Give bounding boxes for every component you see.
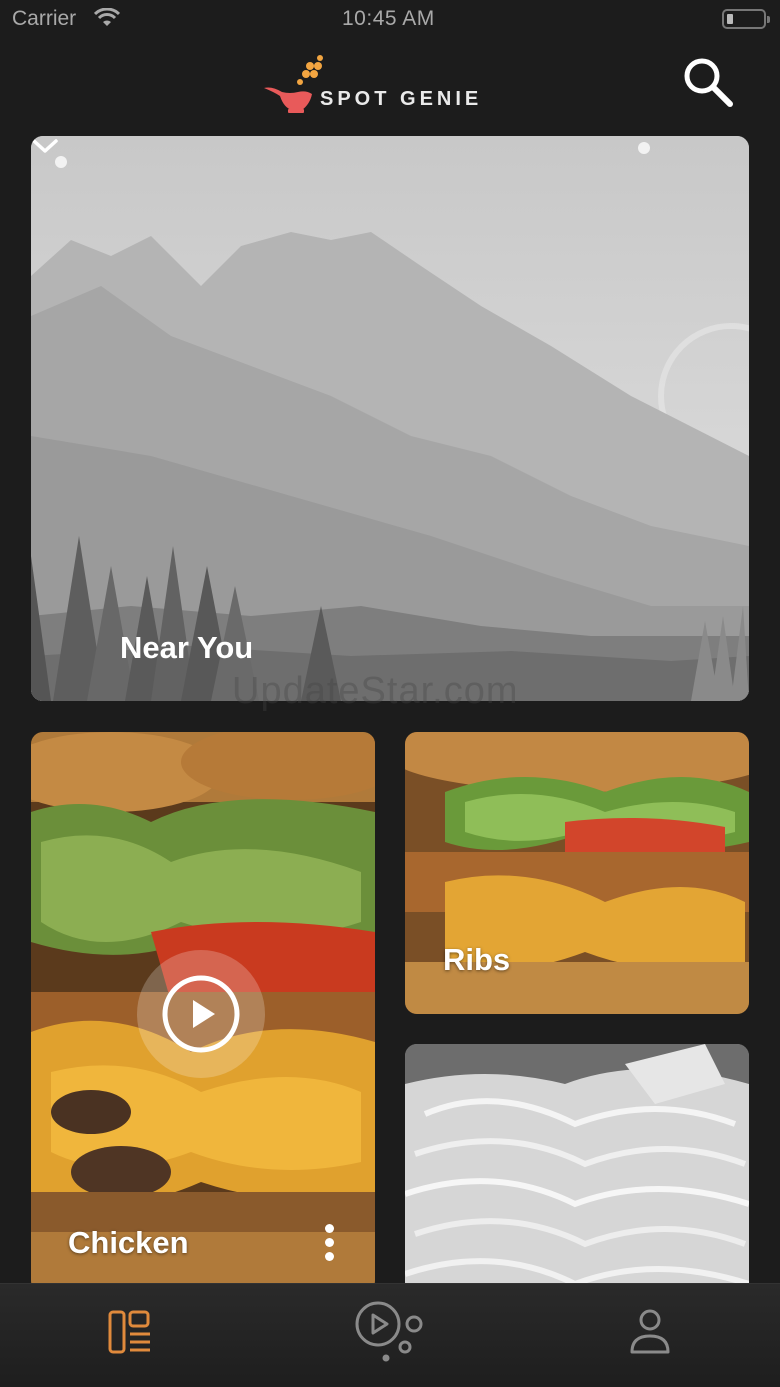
play-button[interactable] — [137, 950, 265, 1078]
tab-discover[interactable] — [330, 1284, 450, 1387]
watermark-text: UpdateStar.com — [232, 670, 519, 712]
play-icon — [162, 975, 240, 1053]
food-card-ribs[interactable]: Ribs — [405, 732, 749, 1014]
chevron-down-icon[interactable] — [31, 136, 59, 156]
carrier-label: Carrier — [12, 7, 77, 30]
tab-feed[interactable] — [70, 1284, 190, 1387]
card-label-chicken: Chicken — [68, 1225, 189, 1260]
food-card-chicken[interactable]: Chicken — [31, 732, 375, 1292]
wifi-icon — [94, 8, 120, 26]
more-vertical-icon[interactable] — [317, 1222, 341, 1264]
tab-profile[interactable] — [590, 1284, 710, 1387]
logo-text: SPOT GENIE — [320, 88, 483, 110]
hero-title: Near You — [120, 630, 254, 665]
card-label-ribs: Ribs — [443, 942, 511, 977]
user-icon — [630, 1309, 670, 1354]
tab-bar — [0, 1283, 780, 1387]
near-you-card[interactable]: Near You — [31, 136, 749, 701]
genie-lamp-icon — [264, 55, 323, 113]
search-icon — [684, 58, 733, 107]
play-bubbles-icon — [355, 1301, 423, 1362]
coleslaw-image — [405, 1044, 749, 1294]
app-logo[interactable]: SPOT GENIE — [262, 52, 512, 113]
search-button[interactable] — [678, 54, 738, 110]
battery-icon — [722, 9, 770, 29]
layout-grid-icon — [108, 1310, 150, 1354]
app-header: SPOT GENIE — [0, 40, 780, 130]
status-bar: Carrier 10:45 AM — [0, 0, 780, 40]
status-time: 10:45 AM — [342, 7, 435, 30]
mountain-illustration — [31, 136, 749, 701]
food-card-slaw[interactable] — [405, 1044, 749, 1294]
